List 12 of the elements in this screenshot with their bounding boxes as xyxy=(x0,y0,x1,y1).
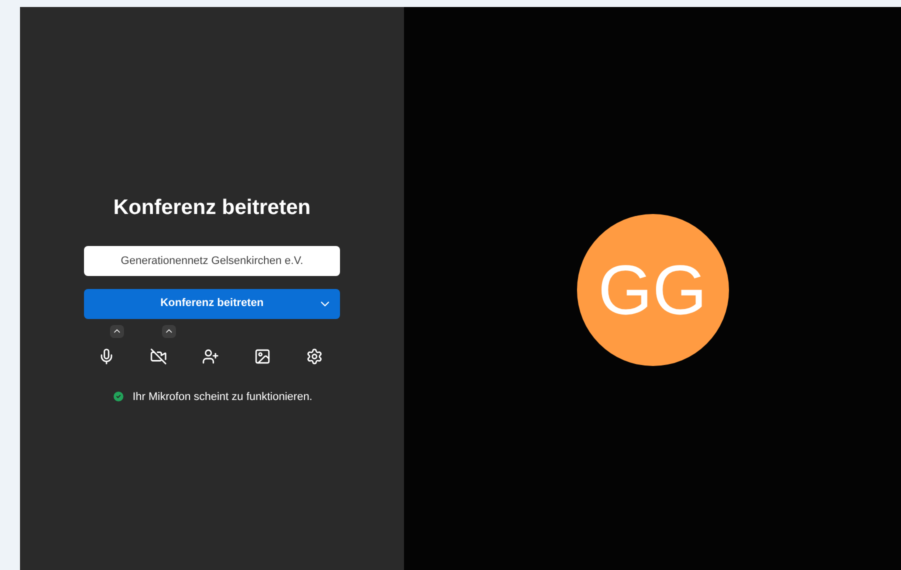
microphone-icon[interactable] xyxy=(98,348,115,364)
image-icon[interactable] xyxy=(254,348,271,364)
menu-toggle[interactable] xyxy=(110,324,124,338)
add-person-icon[interactable] xyxy=(202,348,219,364)
name-field[interactable]: Generationennetz Gelsenkirchen e.V. xyxy=(84,246,340,276)
menu-toggle[interactable] xyxy=(162,324,176,338)
settings-icon[interactable] xyxy=(306,348,323,364)
status-text: Ihr Mikrofon scheint zu funktionieren. xyxy=(132,390,312,404)
panel-title: Konferenz beitreten xyxy=(113,195,311,221)
avatar-initials: GG xyxy=(598,250,707,330)
join-button[interactable]: Konferenz beitreten xyxy=(84,288,340,318)
camera-off-icon[interactable] xyxy=(150,348,167,364)
